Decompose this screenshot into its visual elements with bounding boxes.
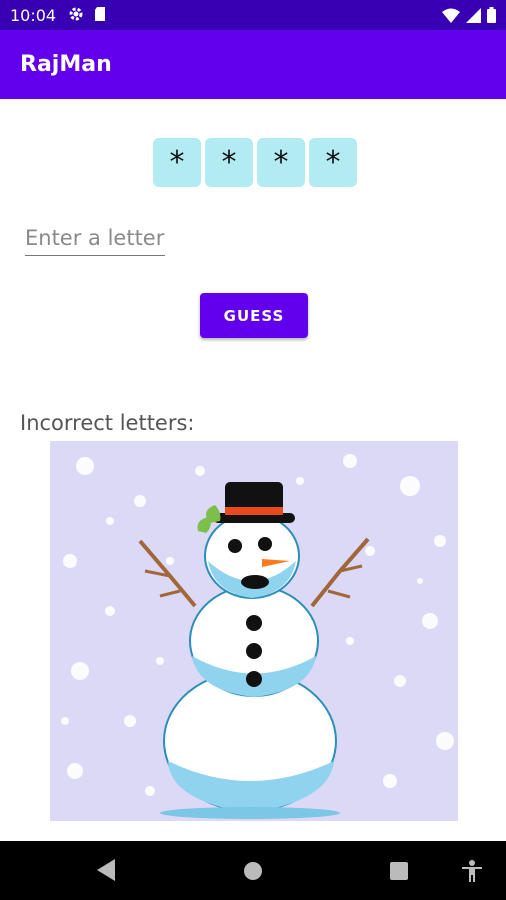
status-time: 10:04 [10, 6, 57, 25]
back-icon[interactable] [97, 859, 115, 886]
battery-icon [487, 7, 496, 28]
app-bar: RajMan [0, 30, 506, 99]
accessibility-icon[interactable] [462, 860, 482, 887]
sd-card-icon [94, 6, 106, 27]
snowman-image [50, 441, 458, 821]
letter-box: * [153, 138, 201, 187]
app-title: RajMan [20, 52, 112, 77]
letter-box: * [205, 138, 253, 187]
letter-input[interactable] [25, 220, 165, 256]
settings-icon [68, 6, 84, 27]
recents-icon[interactable] [390, 862, 408, 885]
navigation-bar [0, 841, 506, 900]
incorrect-letters-label: Incorrect letters: [20, 411, 195, 435]
status-bar: 10:04 [0, 0, 506, 30]
signal-icon [466, 7, 481, 28]
wifi-icon [442, 8, 460, 28]
guess-button[interactable]: GUESS [200, 293, 308, 338]
letter-box: * [257, 138, 305, 187]
letter-box: * [309, 138, 357, 187]
home-icon[interactable] [244, 862, 262, 885]
word-display: * * * * [153, 138, 357, 187]
